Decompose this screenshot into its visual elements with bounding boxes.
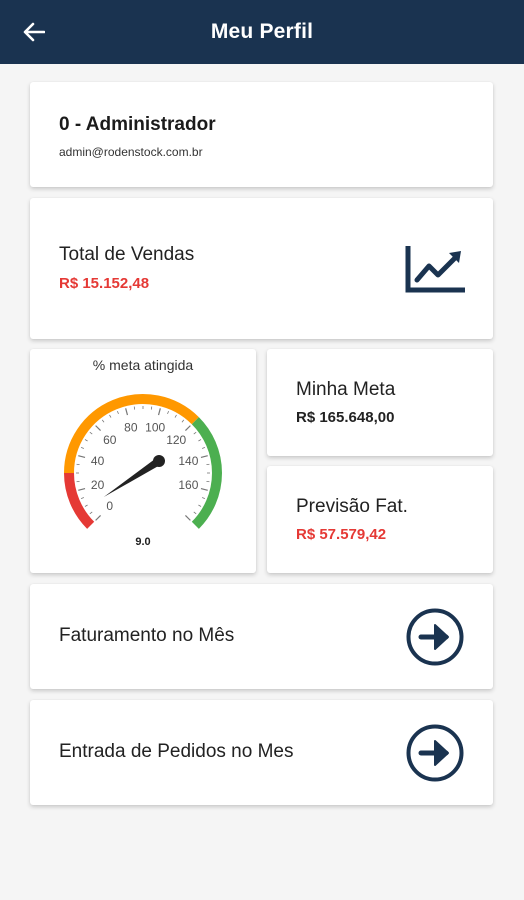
gauge-tick bbox=[198, 439, 202, 442]
gauge-tick bbox=[78, 455, 86, 459]
gauge-tick bbox=[201, 446, 206, 449]
gauge-tick bbox=[101, 419, 105, 423]
gauge-band-0 bbox=[64, 472, 95, 529]
pedidos-button[interactable]: Entrada de Pedidos no Mes bbox=[30, 700, 493, 805]
gauge-tick bbox=[193, 431, 197, 435]
minha-meta-value: R$ 165.648,00 bbox=[296, 409, 395, 426]
gauge-tick bbox=[157, 408, 161, 416]
back-button[interactable] bbox=[18, 16, 50, 48]
faturamento-button[interactable]: Faturamento no Mês bbox=[30, 584, 493, 689]
gauge-tick bbox=[89, 511, 93, 515]
gauge-tick bbox=[109, 414, 112, 418]
gauge-tick bbox=[95, 425, 101, 431]
gauge-tick-label: 0 bbox=[106, 499, 113, 513]
previsao-card: Previsão Fat. R$ 57.579,42 bbox=[267, 466, 493, 573]
gauge-tick bbox=[198, 504, 202, 507]
previsao-value: R$ 57.579,42 bbox=[296, 526, 387, 543]
gauge-tick-label: 40 bbox=[91, 454, 105, 468]
previsao-label: Previsão Fat. bbox=[296, 496, 408, 517]
arrow-left-icon bbox=[23, 22, 45, 42]
gauge-tick bbox=[116, 410, 119, 415]
goal-gauge-card: % meta atingida 0 20 40 60 80 100 120 140 160 9.0 bbox=[30, 349, 256, 573]
total-vendas-card[interactable]: Total de Vendas R$ 15.152,48 bbox=[30, 198, 493, 339]
gauge-tick bbox=[80, 446, 85, 449]
gauge-tick bbox=[84, 504, 88, 507]
gauge-tick bbox=[80, 497, 85, 500]
page-title: Meu Perfil bbox=[210, 20, 314, 43]
total-vendas-value: R$ 15.152,48 bbox=[59, 275, 150, 292]
gauge-tick bbox=[174, 414, 177, 418]
gauge-tick-label: 60 bbox=[103, 433, 117, 447]
gauge-tick bbox=[95, 515, 101, 521]
gauge-tick bbox=[84, 439, 88, 442]
gauge-needle-hub bbox=[153, 455, 165, 467]
profile-name: 0 - Administrador bbox=[59, 114, 216, 135]
gauge-tick-label: 20 bbox=[91, 478, 105, 492]
trending-up-chart-icon bbox=[405, 246, 465, 293]
gauge-tick bbox=[185, 515, 191, 521]
goal-gauge: 020 40 60 80 100120 140 160 9.0 bbox=[64, 394, 222, 548]
gauge-tick bbox=[125, 408, 129, 416]
gauge-tick bbox=[200, 487, 208, 491]
gauge-tick bbox=[181, 419, 185, 423]
gauge-tick-label: 100 bbox=[145, 421, 165, 435]
gauge-tick bbox=[200, 455, 208, 459]
gauge-tick-label: 80 bbox=[124, 421, 138, 435]
profile-card: 0 - Administrador admin@rodenstock.com.b… bbox=[30, 82, 493, 187]
arrow-right-circle-icon[interactable] bbox=[406, 724, 464, 782]
gauge-tick-label: 140 bbox=[178, 454, 198, 468]
gauge-needle bbox=[103, 457, 162, 498]
pedidos-label: Entrada de Pedidos no Mes bbox=[59, 741, 294, 762]
gauge-tick bbox=[185, 425, 191, 431]
gauge-tick bbox=[201, 497, 206, 500]
app-bar: Meu Perfil bbox=[0, 0, 524, 64]
total-vendas-label: Total de Vendas bbox=[59, 244, 195, 265]
profile-email: admin@rodenstock.com.br bbox=[59, 145, 203, 159]
faturamento-label: Faturamento no Mês bbox=[59, 625, 235, 646]
minha-meta-card: Minha Meta R$ 165.648,00 bbox=[267, 349, 493, 456]
arrow-right-circle-icon[interactable] bbox=[406, 608, 464, 666]
gauge-tick-label: 160 bbox=[178, 478, 198, 492]
gauge-tick bbox=[193, 511, 197, 515]
gauge-band-2 bbox=[191, 417, 222, 529]
gauge-tick bbox=[89, 431, 93, 435]
gauge-tick-label: 120 bbox=[166, 433, 186, 447]
gauge-tick bbox=[167, 410, 170, 415]
minha-meta-label: Minha Meta bbox=[296, 379, 396, 400]
gauge-value-label: 9.0 bbox=[135, 536, 150, 548]
gauge-tick bbox=[78, 487, 86, 491]
